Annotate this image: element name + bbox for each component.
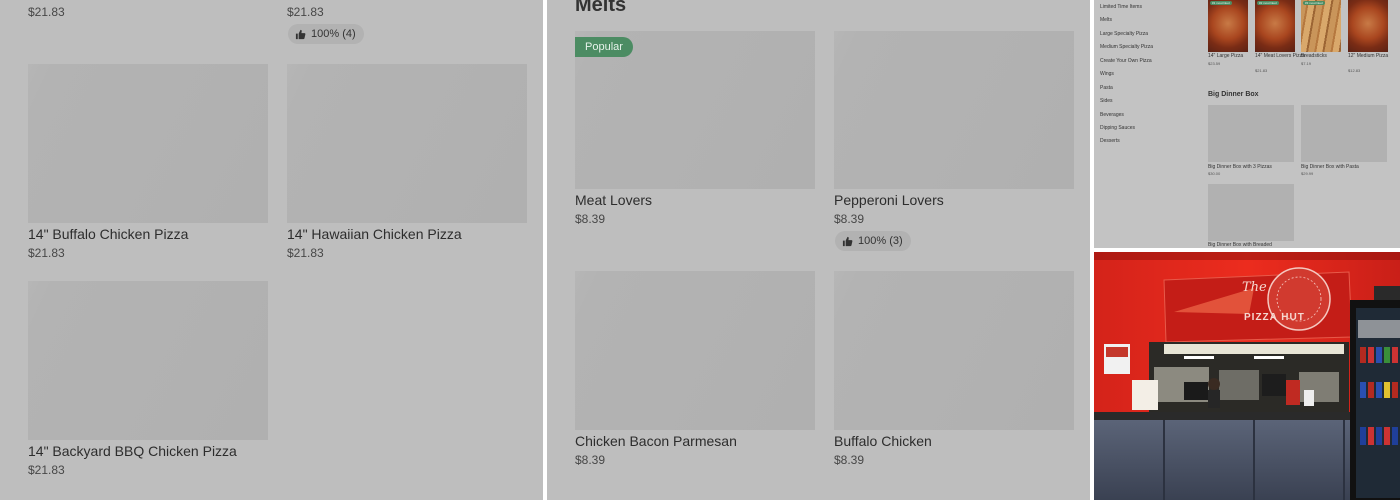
nav-item[interactable]: Desserts [1100,138,1120,144]
item-price: $8.39 [575,453,606,467]
nav-item[interactable]: Limited Time Items [1100,4,1142,10]
nav-item[interactable]: Medium Specialty Pizza [1100,44,1153,50]
item-title[interactable]: Big Dinner Box with Pasta [1301,164,1359,170]
item-price: $21.83 [287,246,324,260]
item-price: $12.83 [1348,68,1361,73]
section-title: Big Dinner Box [1208,91,1259,98]
item-price: $8.39 [834,453,865,467]
item-price: $30.00 [1208,171,1221,176]
nav-item[interactable]: Pasta [1100,85,1113,91]
item-image[interactable]: #2 most liked [1255,0,1295,52]
rating-text: 100% (4) [311,28,356,40]
item-title[interactable]: 14" Large Pizza [1208,53,1243,59]
item-price: $21.83 [287,5,324,19]
menu-panel-middle: Melts Popular Meat Lovers $8.39 Pepperon… [547,0,1090,500]
item-image[interactable] [1208,105,1294,162]
item-title[interactable]: Buffalo Chicken [834,433,932,449]
item-title[interactable]: Pepperoni Lovers [834,192,944,208]
item-image[interactable] [1348,0,1388,52]
nav-item[interactable]: Sides [1100,98,1113,104]
nav-item[interactable]: Wings [1100,71,1114,77]
item-title[interactable]: 12" Medium Pizza [1348,53,1388,59]
rating-text: 100% (3) [858,235,903,247]
item-price: $8.39 [575,212,606,226]
beverage-bottles [1360,347,1398,445]
restaurant-photo: The PIZZA HUT [1094,252,1400,500]
rank-tag: #3 most liked [1303,1,1325,5]
item-image[interactable] [1301,105,1387,162]
rank-tag: #2 most liked [1257,1,1279,5]
item-price: $7.19 [1301,61,1312,66]
nav-item[interactable]: Large Specialty Pizza [1100,31,1148,37]
item-title[interactable]: Meat Lovers [575,192,652,208]
item-title[interactable]: Big Dinner Box with Breaded [1208,242,1272,248]
thumbs-up-icon [842,236,853,246]
sign-text: PIZZA HUT [1244,312,1305,323]
item-price: $8.39 [834,212,865,226]
item-title[interactable]: Breadsticks [1301,53,1327,59]
item-image[interactable] [834,31,1074,189]
nav-item[interactable]: Dipping Sauces [1100,125,1135,131]
menu-panel-left: $21.83 $21.83 100% (4) 14" Buffalo Chick… [0,0,543,500]
item-image[interactable] [834,271,1074,430]
item-price: $21.83 [1255,68,1268,73]
item-title[interactable]: Chicken Bacon Parmesan [575,433,737,449]
item-title[interactable]: 14" Hawaiian Chicken Pizza [287,226,462,242]
item-title[interactable]: 14" Buffalo Chicken Pizza [28,226,188,242]
item-title[interactable]: 14" Meat Lovers Pizza [1255,53,1305,59]
item-image[interactable] [28,64,268,223]
item-title[interactable]: 14" Backyard BBQ Chicken Pizza [28,443,237,459]
rank-tag: #1 most liked [1210,1,1232,5]
rating-badge[interactable]: 100% (3) [835,231,911,251]
item-image[interactable] [575,271,815,430]
nav-item[interactable]: Create Your Own Pizza [1100,58,1152,64]
section-title: Melts [575,0,627,16]
sign-script: The [1242,280,1267,295]
item-price: $21.83 [28,5,65,19]
popular-badge: Popular [575,37,633,57]
item-title[interactable]: Big Dinner Box with 3 Pizzas [1208,164,1272,170]
nav-item[interactable]: Beverages [1100,112,1124,118]
rating-badge[interactable]: 100% (4) [288,24,364,44]
menu-overview-panel: Limited Time Items Melts Large Specialty… [1094,0,1400,248]
nav-item[interactable]: Melts [1100,17,1112,23]
thumbs-up-icon [295,29,306,39]
item-image[interactable]: #3 most liked [1301,0,1341,52]
item-price: $29.99 [1301,171,1314,176]
item-price: $21.83 [28,463,65,477]
item-price: $21.83 [28,246,65,260]
item-image[interactable] [287,64,527,223]
item-image[interactable] [1208,184,1294,241]
item-image[interactable]: #1 most liked [1208,0,1248,52]
item-price: $23.59 [1208,61,1221,66]
item-image[interactable] [28,281,268,440]
